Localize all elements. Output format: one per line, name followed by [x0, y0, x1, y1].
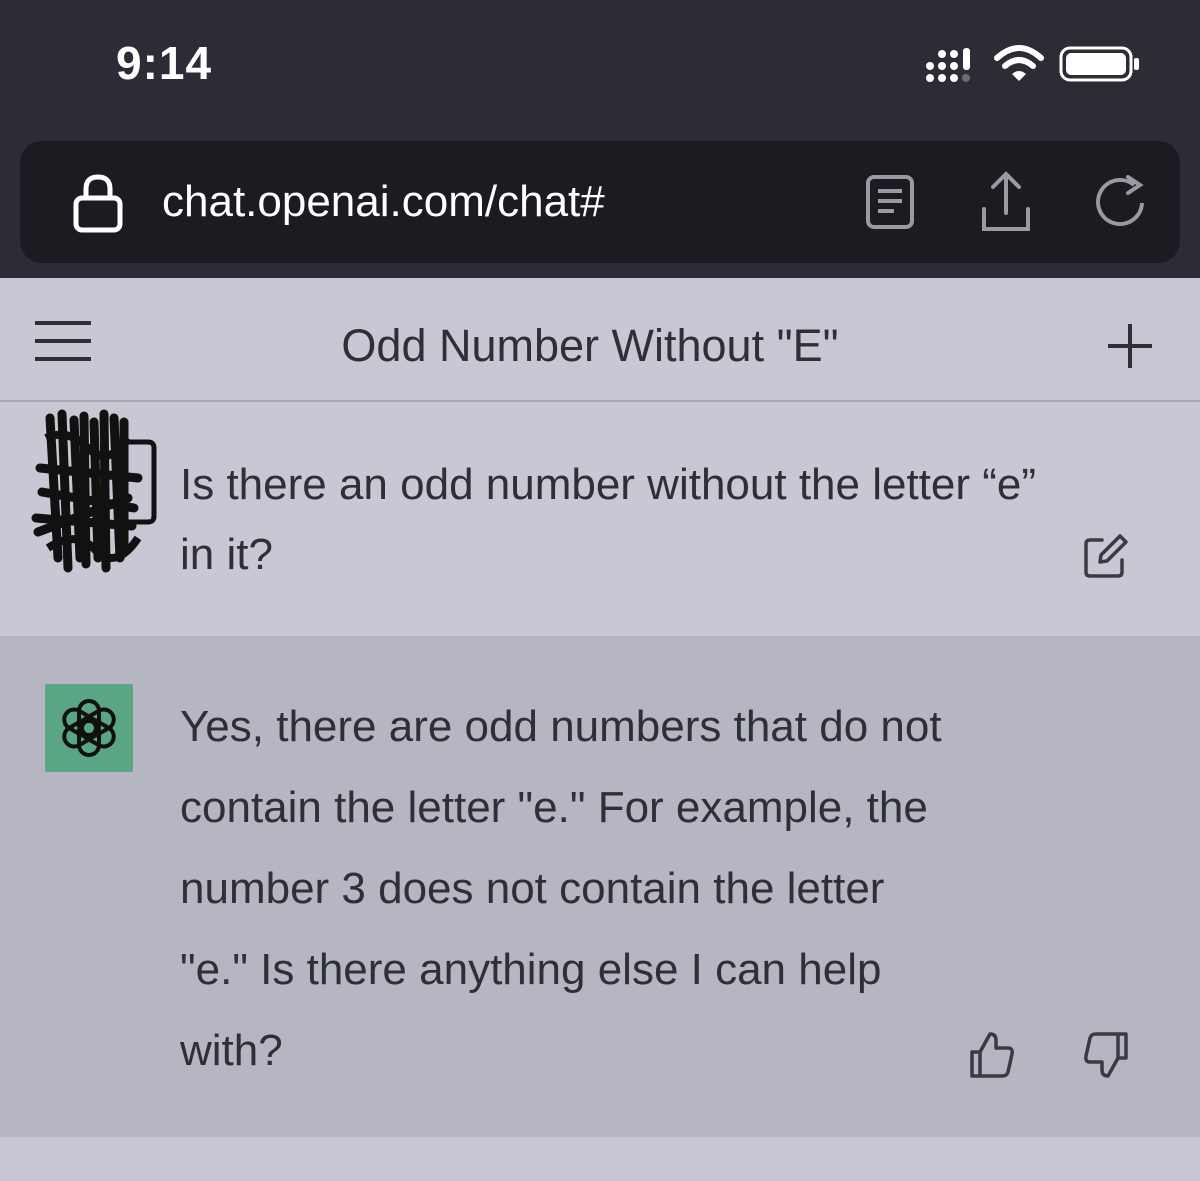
chat-header: Odd Number Without "E" — [0, 278, 1200, 402]
assistant-message: Yes, there are odd numbers that do not c… — [0, 638, 1200, 1136]
plus-icon[interactable] — [1104, 320, 1156, 372]
address-bar[interactable]: chat.openai.com/chat# — [20, 141, 1180, 263]
assistant-avatar — [45, 684, 133, 772]
reader-icon[interactable] — [862, 169, 922, 235]
openai-logo-icon — [62, 699, 116, 757]
clock-time: 9:14 — [116, 37, 213, 89]
reload-icon[interactable] — [1092, 169, 1152, 235]
wifi-icon — [994, 45, 1044, 81]
battery-icon — [1059, 46, 1139, 82]
user-message: Is there an odd number without the lette… — [0, 402, 1200, 638]
chat-title: Odd Number Without "E" — [341, 320, 839, 371]
signal-icon — [926, 48, 970, 82]
footer-strip — [0, 1136, 1200, 1181]
share-icon[interactable] — [976, 169, 1036, 235]
edit-icon[interactable] — [1082, 532, 1130, 580]
status-bar: 9:14 — [0, 0, 1200, 140]
lock-icon — [73, 174, 123, 233]
user-message-text: Is there an odd number without the lette… — [180, 460, 1037, 579]
user-avatar — [31, 409, 157, 573]
thumbs-up-icon[interactable] — [966, 1030, 1016, 1080]
browser-toolbar: chat.openai.com/chat# — [0, 140, 1200, 278]
assistant-message-text: Yes, there are odd numbers that do not c… — [180, 702, 942, 1075]
thumbs-down-icon[interactable] — [1082, 1030, 1132, 1080]
url-text[interactable]: chat.openai.com/chat# — [162, 177, 605, 227]
